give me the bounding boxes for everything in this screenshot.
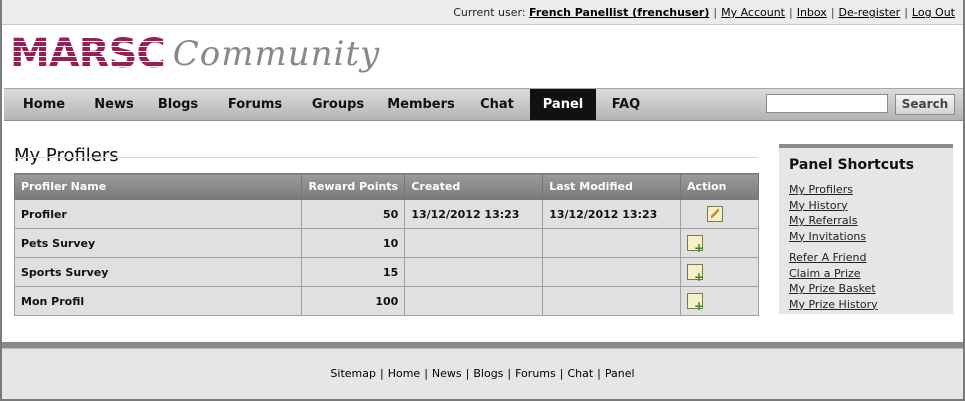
site-logo[interactable]: MARSC Community (10, 32, 380, 76)
footer-news-link[interactable]: News (432, 367, 462, 380)
separator: | (465, 367, 470, 380)
logout-link[interactable]: Log Out (912, 6, 955, 19)
shortcut-my-history[interactable]: My History (789, 198, 866, 214)
footer: Sitemap | Home | News | Blogs | Forums | Chat | Pane… (2, 348, 963, 399)
inbox-link[interactable]: Inbox (797, 6, 827, 19)
user-bar: Current user: French Panellist (frenchus… (2, 0, 963, 25)
nav-groups[interactable]: Groups (298, 89, 378, 120)
separator: | (559, 367, 564, 380)
shortcut-claim-a-prize[interactable]: Claim a Prize (789, 266, 878, 282)
action-cell (680, 228, 759, 258)
table-header-row: Profiler Name Reward Points Created Last… (13, 173, 759, 200)
nav-panel[interactable]: Panel (530, 89, 596, 120)
footer-sitemap-link[interactable]: Sitemap (330, 367, 376, 380)
table-row: Sports Survey 15 (13, 257, 759, 287)
profilers-table: Profiler Name Reward Points Created Last… (13, 173, 759, 316)
created-date (404, 257, 544, 287)
deregister-link[interactable]: De-register (839, 6, 901, 19)
col-header-action: Action (680, 173, 759, 200)
col-header-last-modified[interactable]: Last Modified (542, 173, 682, 200)
nav-faq[interactable]: FAQ (596, 89, 656, 120)
separator: | (597, 367, 601, 380)
search-input[interactable] (766, 94, 888, 113)
add-icon[interactable] (687, 235, 704, 254)
shortcut-refer-a-friend[interactable]: Refer A Friend (789, 250, 878, 266)
title-divider (14, 157, 758, 158)
separator: | (379, 367, 384, 380)
col-header-profiler-name[interactable]: Profiler Name (13, 173, 303, 200)
shortcut-my-profilers[interactable]: My Profilers (789, 182, 866, 198)
panel-shortcuts: Panel Shortcuts My Profilers My History … (779, 144, 953, 314)
add-icon[interactable] (687, 293, 704, 312)
reward-points: 15 (301, 257, 406, 287)
reward-points: 50 (301, 199, 406, 229)
shortcut-my-prize-history[interactable]: My Prize History (789, 297, 878, 313)
separator: | (904, 6, 908, 19)
footer-panel-link[interactable]: Panel (605, 367, 635, 380)
modified-date (542, 257, 682, 287)
shortcut-my-referrals[interactable]: My Referrals (789, 213, 866, 229)
footer-chat-link[interactable]: Chat (567, 367, 593, 380)
shortcut-my-invitations[interactable]: My Invitations (789, 229, 866, 245)
table-row: Profiler 50 13/12/2012 13:23 13/12/2012 … (13, 199, 759, 229)
shortcuts-group-account: My Profilers My History My Referrals My … (789, 182, 866, 244)
col-header-created[interactable]: Created (404, 173, 544, 200)
shortcut-my-prize-basket[interactable]: My Prize Basket (789, 281, 878, 297)
shortcuts-title: Panel Shortcuts (789, 157, 915, 173)
nav-home[interactable]: Home (4, 89, 84, 120)
created-date (404, 286, 544, 316)
current-user-link[interactable]: French Panellist (frenchuser) (529, 6, 709, 19)
footer-home-link[interactable]: Home (388, 367, 420, 380)
separator: | (789, 6, 793, 19)
created-date: 13/12/2012 13:23 (404, 199, 544, 229)
modified-date (542, 286, 682, 316)
footer-links: Sitemap | Home | News | Blogs | Forums | Chat | Pane… (2, 367, 963, 380)
action-cell (680, 257, 759, 287)
separator: | (830, 6, 835, 19)
user-bar-content: Current user: French Panellist (frenchus… (453, 6, 955, 19)
separator: | (713, 6, 718, 19)
separator: | (424, 367, 428, 380)
profiler-name: Mon Profil (13, 286, 303, 316)
my-account-link[interactable]: My Account (721, 6, 785, 19)
nav-blogs[interactable]: Blogs (144, 89, 212, 120)
nav-chat[interactable]: Chat (464, 89, 530, 120)
edit-icon[interactable] (707, 206, 724, 222)
search-button[interactable]: Search (895, 94, 955, 115)
shortcuts-group-prizes: Refer A Friend Claim a Prize My Prize Ba… (789, 250, 878, 312)
nav-forums[interactable]: Forums (212, 89, 298, 120)
action-cell (680, 286, 759, 316)
modified-date: 13/12/2012 13:23 (542, 199, 682, 229)
main-nav: Home News Blogs Forums Groups Members Ch… (4, 88, 963, 121)
col-header-reward-points[interactable]: Reward Points (301, 173, 406, 200)
reward-points: 10 (301, 228, 406, 258)
profiler-name: Sports Survey (13, 257, 303, 287)
created-date (404, 228, 544, 258)
add-icon[interactable] (687, 264, 704, 283)
modified-date (542, 228, 682, 258)
table-row: Pets Survey 10 (13, 228, 759, 258)
browser-page: Current user: French Panellist (frenchus… (2, 0, 963, 399)
table-row: Mon Profil 100 (13, 286, 759, 316)
separator: | (507, 367, 512, 380)
nav-news[interactable]: News (84, 89, 144, 120)
logo-subtitle: Community (172, 34, 381, 74)
footer-blogs-link[interactable]: Blogs (473, 367, 503, 380)
page-title: My Profilers (14, 145, 119, 167)
current-user-label: Current user: (453, 6, 526, 19)
logo-brand: MARSC (10, 31, 166, 77)
footer-forums-link[interactable]: Forums (515, 367, 556, 380)
nav-members[interactable]: Members (378, 89, 464, 120)
reward-points: 100 (301, 286, 406, 316)
action-cell (680, 199, 759, 229)
profiler-name: Pets Survey (13, 228, 303, 258)
profiler-name: Profiler (13, 199, 303, 229)
